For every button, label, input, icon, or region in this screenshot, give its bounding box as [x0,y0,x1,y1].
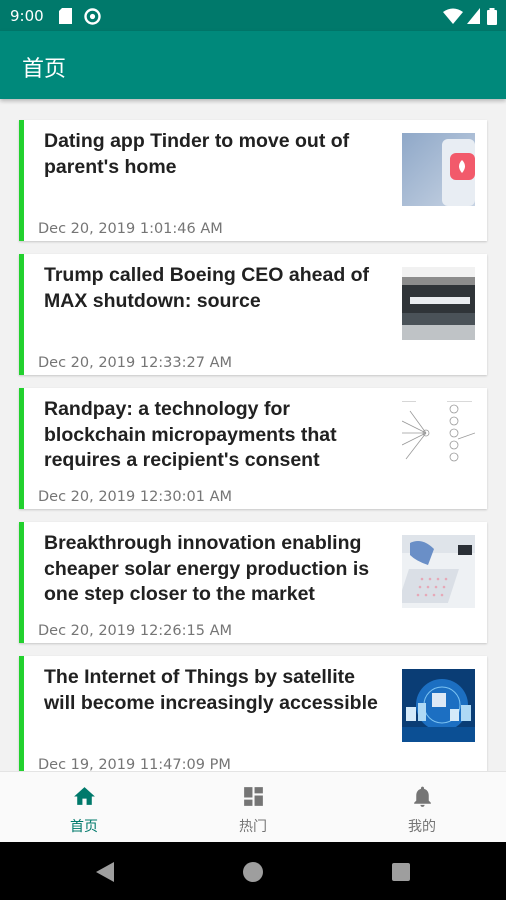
news-title: Breakthrough innovation enabling cheaper… [44,532,370,605]
card-accent-bar [19,388,24,509]
sd-card-icon [59,8,72,24]
bottom-navigation: 首页 热门 我的 [0,771,506,843]
news-thumbnail [402,669,475,742]
status-bar: 9:00 [0,0,506,31]
news-card[interactable]: The Internet of Things by satellite will… [19,656,487,771]
news-date: Dec 20, 2019 12:26:15 AM [38,623,233,639]
news-date: Dec 20, 2019 12:33:27 AM [38,355,233,371]
news-date: Dec 19, 2019 11:47:09 PM [38,757,231,771]
news-feed[interactable]: Dating app Tinder to move out of parent'… [0,99,506,771]
sync-icon [84,8,101,25]
news-card[interactable]: Breakthrough innovation enabling cheaper… [19,522,487,643]
news-thumbnail [402,401,475,474]
nav-item-mine[interactable]: 我的 [338,772,506,843]
dashboard-icon [244,787,263,806]
status-time: 9:00 [10,7,44,25]
nav-item-hot[interactable]: 热门 [169,772,337,843]
news-card[interactable]: Trump called Boeing CEO ahead of MAX shu… [19,254,487,375]
home-icon [74,787,95,805]
wifi-icon [443,8,463,24]
news-title: The Internet of Things by satellite will… [44,666,378,714]
recents-icon[interactable] [392,863,410,881]
news-title: Trump called Boeing CEO ahead of MAX shu… [44,264,370,312]
back-icon[interactable] [96,862,114,882]
page-title: 首页 [22,57,67,82]
app-bar: 首页 [0,31,506,99]
news-thumbnail [402,133,475,206]
nav-label: 首页 [70,819,98,835]
news-date: Dec 20, 2019 1:01:46 AM [38,221,223,237]
news-thumbnail [402,535,475,608]
battery-icon [487,8,497,25]
news-title: Randpay: a technology for blockchain mic… [44,398,337,471]
news-card[interactable]: Randpay: a technology for blockchain mic… [19,388,487,509]
news-card[interactable]: Dating app Tinder to move out of parent'… [19,120,487,241]
system-navigation-bar [0,842,506,900]
nav-label: 热门 [239,819,267,835]
signal-icon [467,8,480,24]
news-date: Dec 20, 2019 12:30:01 AM [38,489,233,505]
news-title: Dating app Tinder to move out of parent'… [44,130,350,178]
card-accent-bar [19,656,24,771]
card-accent-bar [19,120,24,241]
card-accent-bar [19,522,24,643]
nav-item-home[interactable]: 首页 [0,772,168,843]
card-accent-bar [19,254,24,375]
bell-icon [414,786,431,807]
nav-label: 我的 [408,819,436,835]
news-thumbnail [402,267,475,340]
home-button-icon[interactable] [243,862,263,882]
